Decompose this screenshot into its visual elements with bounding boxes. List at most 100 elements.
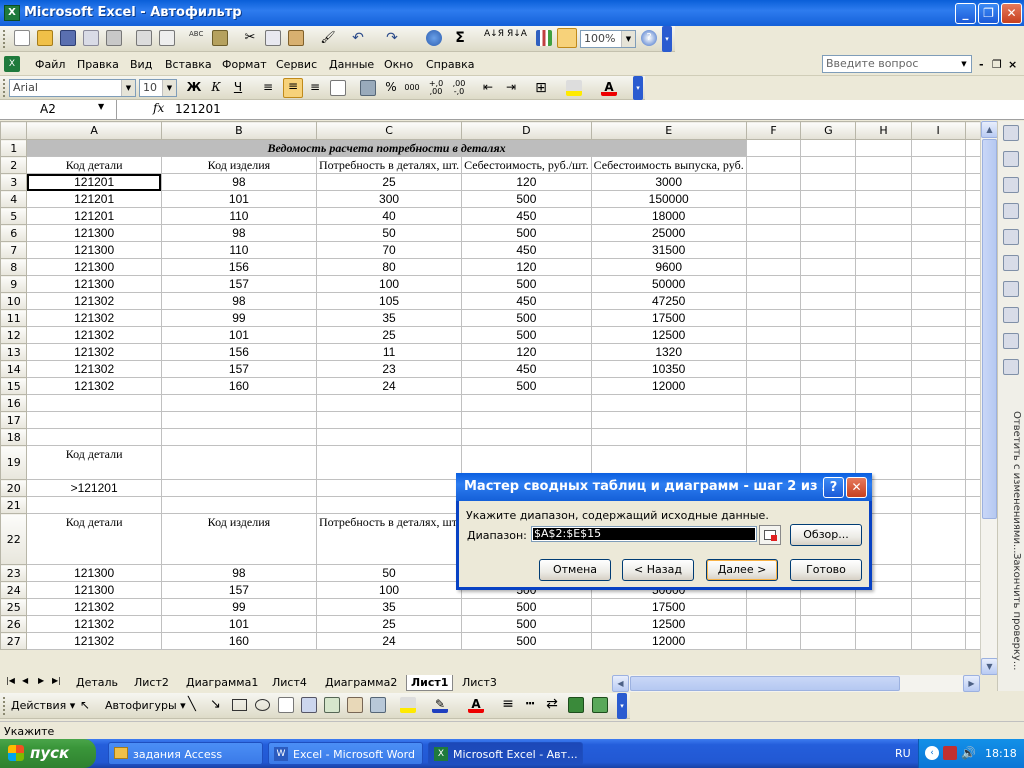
data-cell[interactable]: 160 bbox=[160, 377, 318, 395]
dialog-close-button[interactable]: ✕ bbox=[846, 477, 867, 498]
undo-icon[interactable]: ↶ bbox=[350, 30, 366, 46]
minimize-button[interactable]: _ bbox=[955, 3, 976, 24]
permission-icon[interactable] bbox=[83, 30, 99, 46]
range-input[interactable]: $A$2:$E$15 bbox=[531, 526, 757, 542]
save-icon[interactable] bbox=[60, 30, 76, 46]
tab-chart2[interactable]: Диаграмма2 bbox=[321, 675, 401, 691]
cell[interactable] bbox=[800, 343, 857, 361]
help-icon[interactable]: ? bbox=[641, 30, 657, 46]
cell[interactable] bbox=[745, 360, 802, 378]
scroll-right-button[interactable]: ▶ bbox=[963, 675, 980, 692]
sheet-title-cell[interactable]: Ведомость расчета потребности в деталях bbox=[26, 139, 747, 157]
cell[interactable] bbox=[160, 496, 318, 514]
data-cell[interactable]: 121300 bbox=[26, 224, 162, 242]
tray-expand-icon[interactable]: ‹ bbox=[925, 746, 939, 760]
column-header-c[interactable]: C bbox=[315, 121, 463, 140]
cell[interactable] bbox=[855, 615, 912, 633]
help-question-input[interactable]: Введите вопрос ▼ bbox=[822, 55, 972, 73]
cell[interactable] bbox=[745, 309, 802, 327]
data-cell[interactable]: 120 bbox=[461, 343, 592, 361]
row-header[interactable]: 2 bbox=[0, 156, 28, 174]
cell[interactable] bbox=[315, 445, 463, 480]
criteria-header-cell[interactable]: Код детали bbox=[26, 445, 162, 480]
next-sheet-icon[interactable]: ▶ bbox=[34, 675, 48, 691]
data-cell[interactable]: 101 bbox=[160, 615, 318, 633]
header-cell[interactable]: Код детали bbox=[26, 156, 162, 174]
cell[interactable] bbox=[800, 394, 857, 412]
cell[interactable] bbox=[800, 292, 857, 310]
cell[interactable] bbox=[910, 207, 966, 225]
align-left-icon[interactable]: ≡ bbox=[260, 80, 276, 96]
menu-data[interactable]: Данные bbox=[329, 58, 374, 71]
cell[interactable] bbox=[910, 564, 966, 582]
data-cell[interactable]: 50 bbox=[315, 224, 463, 242]
data-cell[interactable]: 80 bbox=[315, 258, 463, 276]
row-header[interactable]: 14 bbox=[0, 360, 28, 378]
text-box-icon[interactable] bbox=[278, 697, 294, 713]
header-cell[interactable]: Код изделия bbox=[160, 513, 318, 565]
row-header[interactable]: 20 bbox=[0, 479, 28, 497]
scroll-down-button[interactable]: ▼ bbox=[981, 658, 998, 675]
data-cell[interactable]: 157 bbox=[160, 360, 318, 378]
data-cell[interactable]: 121300 bbox=[26, 581, 162, 599]
borders-icon[interactable]: ⊞ bbox=[533, 80, 549, 96]
cell[interactable] bbox=[800, 360, 857, 378]
menu-insert[interactable]: Вставка bbox=[165, 58, 212, 71]
tab-list4[interactable]: Лист4 bbox=[268, 675, 311, 691]
back-button[interactable]: < Назад bbox=[622, 559, 694, 581]
header-cell[interactable]: Себестоимость выпуска, руб. bbox=[590, 156, 747, 174]
data-cell[interactable]: 10350 bbox=[590, 360, 747, 378]
criteria-value-cell[interactable]: >121201 bbox=[26, 479, 162, 497]
data-cell[interactable]: 110 bbox=[160, 241, 318, 259]
data-cell[interactable]: 17500 bbox=[590, 598, 747, 616]
fill-color-icon[interactable] bbox=[566, 80, 582, 96]
cell[interactable] bbox=[800, 224, 857, 242]
menu-format[interactable]: Формат bbox=[222, 58, 267, 71]
column-header-b[interactable]: B bbox=[160, 121, 318, 140]
merge-center-icon[interactable] bbox=[330, 80, 346, 96]
cell[interactable] bbox=[800, 615, 857, 633]
cell[interactable] bbox=[910, 513, 966, 565]
font-color-icon[interactable]: A bbox=[468, 697, 484, 713]
cell[interactable] bbox=[26, 411, 162, 429]
cell[interactable] bbox=[910, 309, 966, 327]
data-cell[interactable]: 121300 bbox=[26, 258, 162, 276]
cell[interactable] bbox=[590, 411, 747, 429]
data-cell[interactable]: 25 bbox=[315, 173, 463, 191]
cell[interactable] bbox=[745, 156, 802, 174]
cell[interactable] bbox=[910, 173, 966, 191]
data-cell[interactable]: 121302 bbox=[26, 326, 162, 344]
cell[interactable] bbox=[800, 632, 857, 650]
data-cell[interactable]: 121302 bbox=[26, 343, 162, 361]
cell[interactable] bbox=[855, 632, 912, 650]
tab-detail[interactable]: Деталь bbox=[72, 675, 122, 691]
vertical-scrollbar[interactable]: ▲ ▼ bbox=[980, 121, 998, 675]
vertical-scroll-thumb[interactable] bbox=[982, 139, 997, 519]
clock[interactable]: 18:18 bbox=[985, 747, 1017, 760]
toolbar-grip[interactable] bbox=[3, 697, 6, 715]
review-icon[interactable] bbox=[1003, 203, 1019, 219]
data-cell[interactable]: 9600 bbox=[590, 258, 747, 276]
bold-button[interactable]: Ж bbox=[186, 80, 202, 96]
cell[interactable] bbox=[800, 598, 857, 616]
data-cell[interactable]: 98 bbox=[160, 173, 318, 191]
cell[interactable] bbox=[800, 207, 857, 225]
data-cell[interactable]: 121300 bbox=[26, 275, 162, 293]
cell[interactable] bbox=[855, 241, 912, 259]
column-header-g[interactable]: G bbox=[800, 121, 857, 140]
cell[interactable] bbox=[855, 326, 912, 344]
row-header[interactable]: 13 bbox=[0, 343, 28, 361]
data-cell[interactable]: 11 bbox=[315, 343, 463, 361]
data-cell[interactable]: 160 bbox=[160, 632, 318, 650]
row-header[interactable]: 22 bbox=[0, 513, 28, 565]
cell[interactable] bbox=[855, 190, 912, 208]
redo-icon[interactable]: ↷ bbox=[384, 30, 400, 46]
menu-edit[interactable]: Правка bbox=[77, 58, 119, 71]
cell[interactable] bbox=[855, 343, 912, 361]
menu-view[interactable]: Вид bbox=[130, 58, 152, 71]
browse-button[interactable]: Обзор... bbox=[790, 524, 862, 546]
drawing-icon[interactable] bbox=[557, 28, 577, 48]
paste-icon[interactable] bbox=[288, 30, 304, 46]
cell[interactable] bbox=[910, 581, 966, 599]
cell[interactable] bbox=[745, 190, 802, 208]
